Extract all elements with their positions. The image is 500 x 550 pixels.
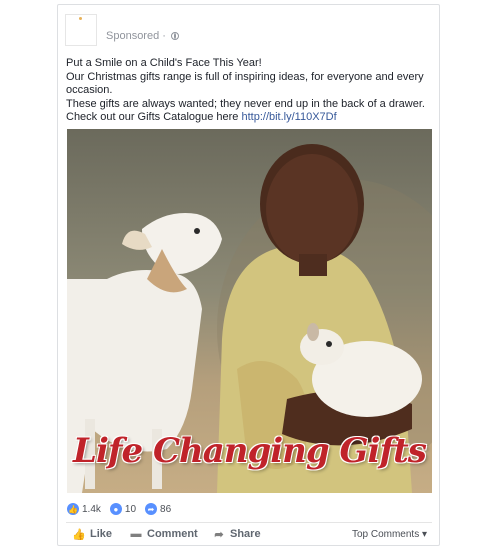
share-button[interactable]: ➦ Share bbox=[213, 528, 261, 541]
meta-separator: · bbox=[162, 30, 166, 42]
post-image[interactable]: Life Changing Gifts bbox=[67, 129, 432, 493]
likes-count[interactable]: 👍 1.4k bbox=[67, 503, 101, 515]
top-comments-dropdown[interactable]: Top Comments ▾ bbox=[352, 529, 427, 540]
comments-count[interactable]: ● 10 bbox=[109, 503, 137, 515]
post-text: Put a Smile on a Child's Face This Year!… bbox=[66, 57, 434, 125]
post-text-line: Put a Smile on a Child's Face This Year! bbox=[66, 57, 262, 69]
speech-bubble-icon: ▬ bbox=[130, 528, 142, 540]
comment-label: Comment bbox=[147, 528, 198, 540]
thumbs-up-icon: 👍 bbox=[67, 503, 79, 515]
comment-button[interactable]: ▬ Comment bbox=[130, 528, 198, 540]
sponsored-post-card: Sponsored · Put a Smile on a Child's Fac… bbox=[57, 4, 440, 546]
likes-value: 1.4k bbox=[82, 503, 101, 515]
like-label: Like bbox=[90, 528, 113, 540]
logo-mark bbox=[79, 17, 82, 20]
post-text-line: Our Christmas gifts range is full of ins… bbox=[66, 70, 424, 97]
shares-value: 86 bbox=[160, 503, 172, 515]
globe-icon bbox=[170, 32, 179, 40]
shares-count[interactable]: ➦ 86 bbox=[145, 503, 171, 515]
image-caption: Life Changing Gifts bbox=[73, 431, 427, 471]
share-label: Share bbox=[230, 528, 261, 540]
engagement-stats: 👍 1.4k ● 10 ➦ 86 bbox=[67, 503, 180, 515]
speech-bubble-icon: ● bbox=[109, 503, 122, 515]
post-meta: Sponsored · bbox=[106, 30, 179, 42]
comments-value: 10 bbox=[124, 503, 137, 515]
page-avatar[interactable] bbox=[65, 14, 97, 46]
sponsored-label[interactable]: Sponsored bbox=[106, 30, 159, 42]
thumbs-up-icon: 👍 bbox=[72, 528, 86, 541]
post-text-line: These gifts are always wanted; they neve… bbox=[66, 98, 434, 125]
actions-divider bbox=[66, 522, 432, 523]
like-button[interactable]: 👍 Like bbox=[72, 528, 113, 541]
share-arrow-icon: ➦ bbox=[145, 503, 158, 515]
catalogue-link[interactable]: http://bit.ly/110X7Df bbox=[241, 111, 336, 123]
post-actions: 👍 Like ▬ Comment ➦ Share Top Comments ▾ bbox=[67, 528, 433, 546]
share-arrow-icon: ➦ bbox=[214, 528, 224, 541]
